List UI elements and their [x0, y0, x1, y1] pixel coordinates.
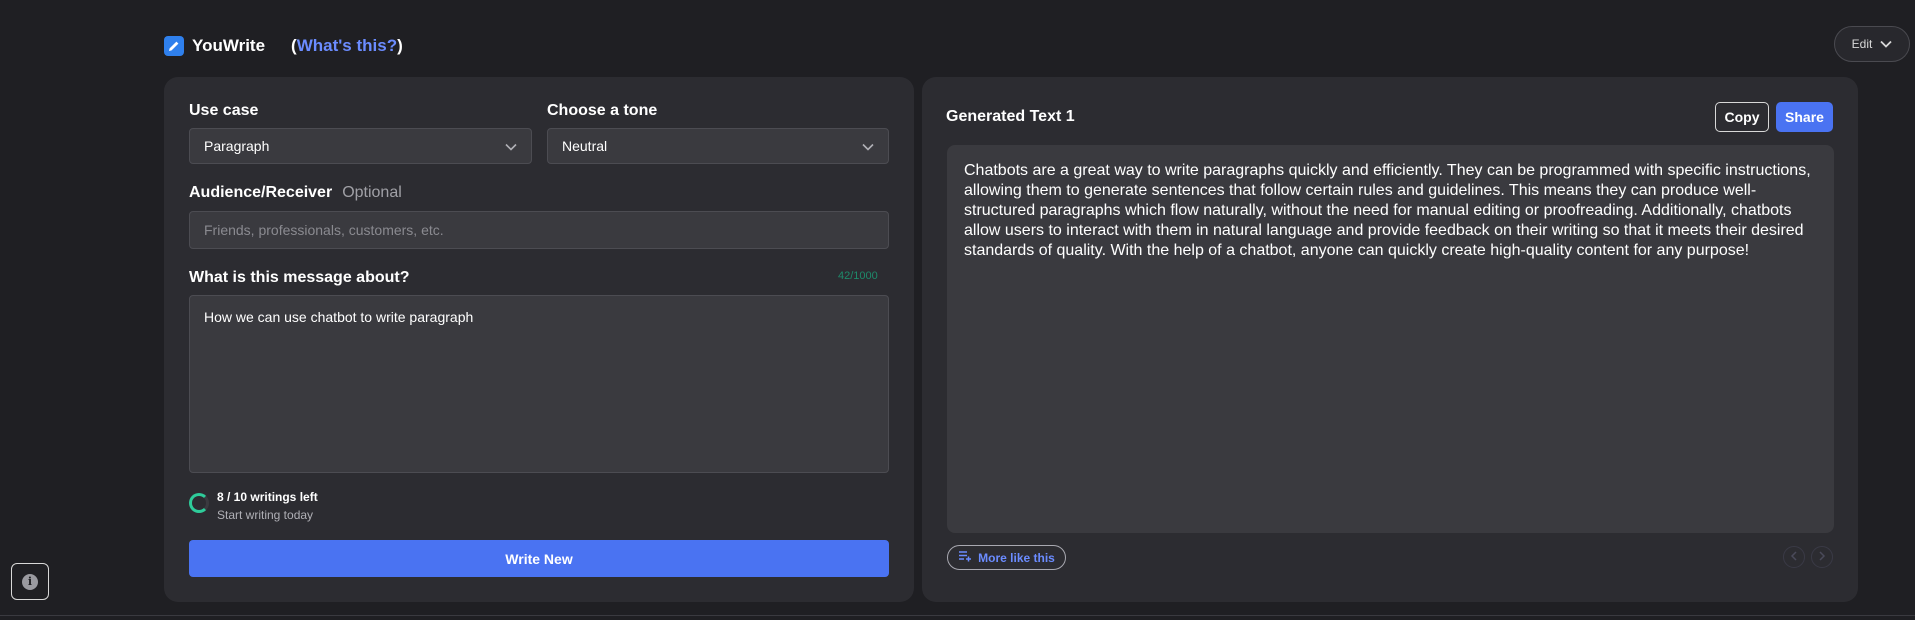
message-value: How we can use chatbot to write paragrap…: [204, 309, 474, 325]
tone-select[interactable]: Neutral: [547, 128, 889, 164]
divider: [0, 615, 1915, 616]
chevron-down-icon: [505, 138, 517, 154]
chevron-down-icon: [862, 138, 874, 154]
output-panel: Generated Text 1 Copy Share Chatbots are…: [922, 77, 1858, 602]
message-label: What is this message about?: [189, 269, 410, 286]
more-like-this-label: More like this: [978, 550, 1055, 565]
previous-button[interactable]: [1783, 546, 1805, 568]
audience-label: Audience/Receiver Optional: [189, 184, 402, 202]
copy-button[interactable]: Copy: [1715, 102, 1769, 132]
generated-title: Generated Text 1: [946, 108, 1075, 125]
info-button[interactable]: i: [11, 563, 49, 600]
edit-label: Edit: [1851, 37, 1873, 51]
audience-placeholder: Friends, professionals, customers, etc.: [204, 222, 444, 238]
character-counter: 42/1000: [838, 270, 878, 282]
audience-optional: Optional: [342, 184, 402, 201]
share-button[interactable]: Share: [1776, 102, 1833, 132]
usage-subtitle: Start writing today: [217, 508, 314, 522]
chevron-down-icon: [1880, 37, 1892, 51]
use-case-value: Paragraph: [204, 138, 270, 154]
progress-ring-icon: [189, 493, 209, 513]
write-new-button[interactable]: Write New: [189, 540, 889, 577]
chevron-right-icon: [1818, 548, 1826, 566]
generated-text: Chatbots are a great way to write paragr…: [964, 162, 1811, 259]
chevron-left-icon: [1790, 548, 1798, 566]
next-button[interactable]: [1811, 546, 1833, 568]
input-panel: Use case Paragraph Choose a tone Neutral…: [164, 77, 914, 602]
pencil-icon: [164, 36, 184, 56]
close-paren: ): [397, 36, 403, 55]
usage-title: 8 / 10 writings left: [217, 490, 318, 504]
audience-input[interactable]: Friends, professionals, customers, etc.: [189, 211, 889, 249]
usage-indicator: 8 / 10 writings left Start writing today: [189, 490, 318, 522]
generated-text-box: Chatbots are a great way to write paragr…: [947, 145, 1834, 533]
info-icon: i: [22, 573, 38, 590]
whats-this-link[interactable]: What's this?: [297, 36, 397, 55]
tone-value: Neutral: [562, 138, 608, 154]
header: YouWrite (What's this?) Edit: [164, 26, 1910, 66]
app-name: YouWrite: [192, 36, 266, 55]
whats-this: (What's this?): [291, 36, 403, 56]
message-textarea[interactable]: How we can use chatbot to write paragrap…: [189, 295, 889, 473]
use-case-select[interactable]: Paragraph: [189, 128, 532, 164]
playlist-add-icon: [958, 550, 972, 565]
more-like-this-button[interactable]: More like this: [947, 545, 1066, 570]
edit-button[interactable]: Edit: [1834, 26, 1910, 62]
use-case-label: Use case: [189, 102, 259, 119]
tone-label: Choose a tone: [547, 102, 658, 119]
audience-label-text: Audience/Receiver: [189, 184, 333, 201]
